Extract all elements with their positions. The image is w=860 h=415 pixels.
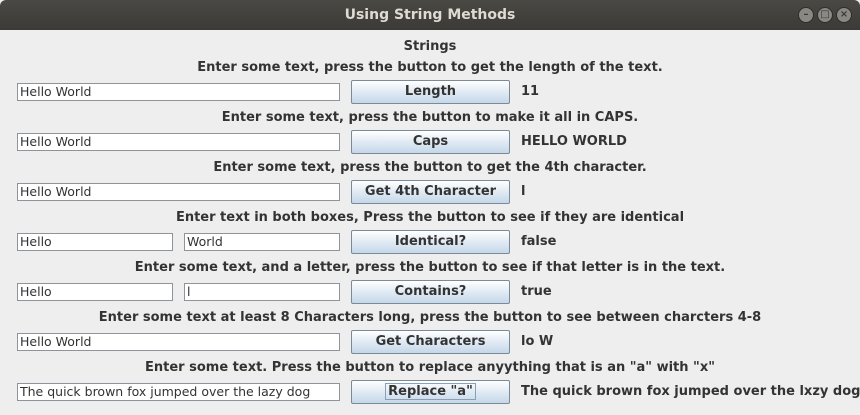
contains-button-label: Contains? [394,284,467,299]
contains-letter-input[interactable]: l [184,283,340,301]
identical-input-2[interactable]: World [184,233,340,251]
length-instruction: Enter some text, press the button to get… [197,60,663,75]
length-result: 11 [521,84,540,99]
contains-button[interactable]: Contains? [351,280,510,304]
replace-instruction: Enter some text. Press the button to rep… [145,360,715,375]
identical-button[interactable]: Identical? [351,230,510,254]
identical-button-label: Identical? [394,234,467,249]
length-button-label: Length [404,84,457,99]
contains-instruction: Enter some text, and a letter, press the… [134,260,726,275]
window-title: Using String Methods [344,7,516,23]
get-characters-button[interactable]: Get Characters [351,330,510,354]
main-panel: Strings Enter some text, press the butto… [0,30,860,415]
minimize-icon[interactable]: – [798,7,814,23]
caps-button[interactable]: Caps [351,130,510,154]
get-4th-character-label: Get 4th Character [364,184,497,199]
replace-result: The quick brown fox jumped over the lxzy… [521,384,860,399]
maximize-icon[interactable]: □ [817,7,833,23]
length-button[interactable]: Length [351,80,510,104]
replace-button-label: Replace "a" [385,383,476,400]
replace-input[interactable]: The quick brown fox jumped over the lazy… [17,383,340,401]
caps-input[interactable]: Hello World [17,133,340,151]
contains-result: true [521,284,552,299]
close-icon[interactable]: × [836,7,852,23]
substring-input[interactable]: Hello World [17,333,340,351]
caps-instruction: Enter some text, press the button to mak… [221,110,639,125]
title-bar: Using String Methods – □ × [0,0,860,30]
contains-text-input[interactable]: Hello [17,283,173,301]
length-input[interactable]: Hello World [17,83,340,101]
caps-button-label: Caps [412,134,449,149]
replace-button[interactable]: Replace "a" [351,380,510,404]
get-characters-label: Get Characters [375,334,486,349]
char-input[interactable]: Hello World [17,183,340,201]
identical-instruction: Enter text in both boxes, Press the butt… [175,210,685,225]
substring-instruction: Enter some text at least 8 Characters lo… [98,310,762,325]
char-instruction: Enter some text, press the button to get… [213,160,647,175]
caps-result: HELLO WORLD [521,134,627,149]
strings-heading: Strings [403,39,457,54]
identical-input-1[interactable]: Hello [17,233,173,251]
char-result: l [521,184,526,199]
substring-result: lo W [521,334,554,349]
identical-result: false [521,234,557,249]
get-4th-character-button[interactable]: Get 4th Character [351,180,510,204]
